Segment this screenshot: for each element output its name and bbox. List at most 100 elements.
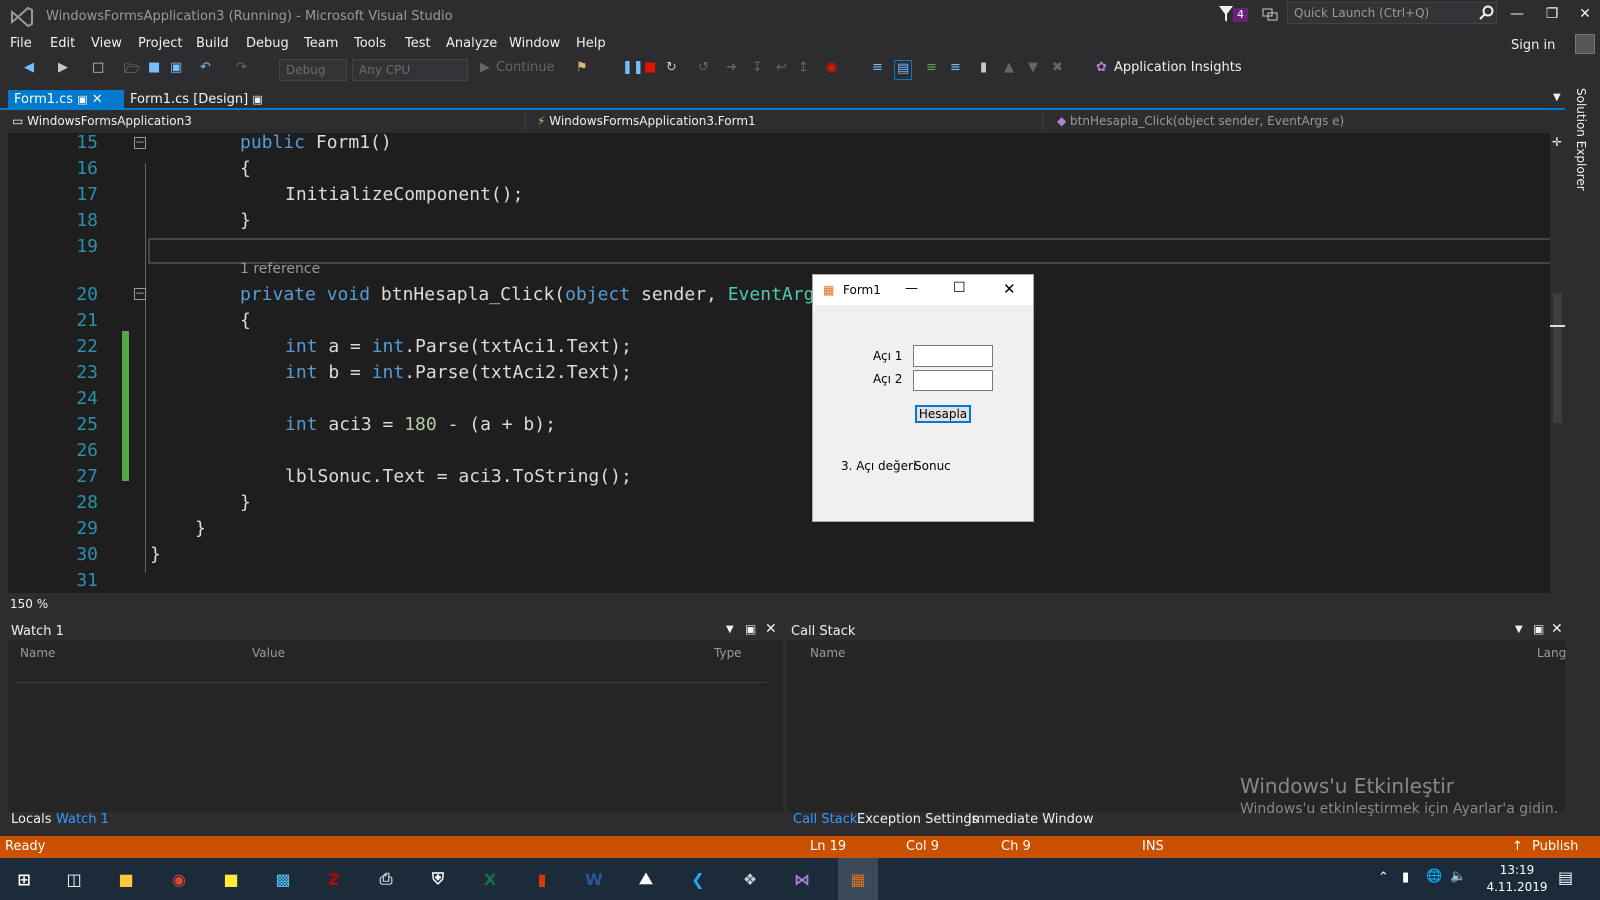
- new-project-icon[interactable]: □: [92, 60, 104, 80]
- quick-launch-input[interactable]: Quick Launch (Ctrl+Q): [1287, 2, 1497, 24]
- close-button[interactable]: ✕: [1575, 6, 1595, 24]
- form-maximize-button[interactable]: ☐: [953, 280, 966, 296]
- scrollbar-thumb[interactable]: [1553, 293, 1562, 423]
- uncomment-icon[interactable]: ≡: [950, 60, 961, 80]
- open-file-icon[interactable]: 🗁: [124, 60, 140, 80]
- code-lens-references[interactable]: 1 reference: [240, 261, 320, 277]
- dropdown-icon[interactable]: ▼: [726, 624, 734, 635]
- network-icon[interactable]: 🌐: [1426, 869, 1442, 884]
- menu-help[interactable]: Help: [576, 36, 606, 51]
- notification-filter-icon[interactable]: [1219, 6, 1233, 22]
- menu-build[interactable]: Build: [196, 36, 229, 51]
- menu-edit[interactable]: Edit: [50, 36, 75, 51]
- forward-icon[interactable]: ▶: [58, 60, 68, 80]
- menu-file[interactable]: File: [10, 36, 32, 51]
- calculate-button[interactable]: Hesapla: [915, 405, 971, 423]
- office-icon[interactable]: ▮: [526, 863, 558, 895]
- clock-time[interactable]: 13:19: [1482, 863, 1552, 877]
- close-icon[interactable]: ✕: [1551, 621, 1563, 637]
- step-out-icon[interactable]: ↩: [776, 60, 787, 80]
- menu-window[interactable]: Window: [509, 36, 560, 51]
- step-over-icon[interactable]: ↧: [752, 60, 763, 80]
- battery-icon[interactable]: ▮: [1402, 870, 1409, 885]
- tab-exception-settings[interactable]: Exception Settings: [857, 812, 978, 827]
- code-editor[interactable]: − − 15 16 17 18 19 20 21 22 23 24 25 26 …: [8, 133, 1565, 593]
- form-minimize-button[interactable]: —: [905, 281, 918, 296]
- collapse-toggle-icon[interactable]: −: [134, 287, 146, 300]
- restore-button[interactable]: ❐: [1542, 6, 1562, 24]
- menu-view[interactable]: View: [91, 36, 122, 51]
- clock-date[interactable]: 4.11.2019: [1482, 880, 1552, 894]
- angle2-input[interactable]: [913, 370, 993, 391]
- redo-icon[interactable]: ↷: [236, 60, 247, 80]
- back-icon[interactable]: ◀: [24, 60, 34, 80]
- visual-studio-taskbar-icon[interactable]: ⋈: [786, 863, 818, 895]
- tab-overflow-icon[interactable]: ▼: [1553, 92, 1561, 103]
- menu-debug[interactable]: Debug: [246, 36, 289, 51]
- tab-immediate-window[interactable]: Immediate Window: [968, 812, 1093, 827]
- vscode-icon[interactable]: ❮: [682, 863, 714, 895]
- menu-test[interactable]: Test: [405, 36, 431, 51]
- bookmark-icon[interactable]: ▮: [980, 60, 987, 80]
- menu-team[interactable]: Team: [304, 36, 338, 51]
- save-all-icon[interactable]: ▣: [170, 60, 182, 80]
- step-up-icon[interactable]: ↥: [798, 60, 809, 80]
- application-insights-button[interactable]: Application Insights: [1114, 60, 1242, 80]
- platform-select[interactable]: Any CPU: [352, 59, 468, 81]
- breakpoint-icon[interactable]: ◉: [826, 60, 837, 80]
- tab-form1-cs[interactable]: Form1.cs ▣ ✕: [8, 90, 124, 110]
- save-icon[interactable]: ■: [148, 60, 160, 80]
- solution-explorer-side-tab[interactable]: Solution Explorer: [1572, 88, 1600, 248]
- publish-button[interactable]: Publish: [1532, 839, 1578, 854]
- running-form1-window[interactable]: ▦ Form1 — ☐ ✕ Açı 1 Açı 2 Hesapla 3. Açı…: [812, 274, 1034, 522]
- comment-icon[interactable]: ≡: [926, 60, 937, 80]
- zoom-level-select[interactable]: 150 %: [10, 597, 48, 611]
- security-shield-icon[interactable]: ⛨: [422, 863, 454, 895]
- volume-icon[interactable]: 🔈: [1450, 869, 1466, 884]
- diagnostics-icon[interactable]: ▤: [894, 60, 913, 80]
- watch-grid[interactable]: Name Value Type: [8, 640, 783, 812]
- minimize-button[interactable]: —: [1507, 6, 1527, 24]
- tab-locals[interactable]: Locals: [11, 812, 51, 827]
- pause-icon[interactable]: ❚❚: [622, 60, 644, 80]
- menu-analyze[interactable]: Analyze: [446, 36, 497, 51]
- excel-icon[interactable]: X: [474, 863, 506, 895]
- lifecycle-events-icon[interactable]: ⚑: [576, 60, 588, 80]
- angle1-input[interactable]: [913, 345, 993, 367]
- step-into-icon[interactable]: ➜: [726, 60, 737, 80]
- class-dropdown[interactable]: ⚡ WindowsFormsApplication3.Form1: [533, 112, 1043, 132]
- next-bookmark-icon[interactable]: ▼: [1028, 60, 1038, 80]
- search-icon[interactable]: [1479, 5, 1495, 21]
- notification-count-badge[interactable]: 4: [1233, 8, 1248, 22]
- paint-icon[interactable]: ❖: [734, 863, 766, 895]
- word-icon[interactable]: W: [578, 863, 610, 895]
- menu-project[interactable]: Project: [138, 36, 182, 51]
- undo-icon[interactable]: ↶: [200, 60, 211, 80]
- feedback-icon[interactable]: [1262, 6, 1278, 22]
- form1-taskbar-icon[interactable]: ▦: [838, 858, 878, 900]
- chrome-icon[interactable]: ◉: [163, 863, 195, 895]
- file-explorer-icon[interactable]: ■: [110, 863, 142, 895]
- show-next-statement-icon[interactable]: ↺: [698, 60, 709, 80]
- editor-vertical-scrollbar[interactable]: ✛: [1550, 133, 1565, 593]
- sticky-notes-icon[interactable]: ■: [215, 863, 247, 895]
- sign-in-link[interactable]: Sign in: [1511, 38, 1555, 53]
- thread-icon[interactable]: ≡: [872, 60, 883, 80]
- tab-call-stack[interactable]: Call Stack: [793, 812, 857, 827]
- continue-button[interactable]: Continue: [496, 60, 554, 80]
- member-dropdown[interactable]: ◆ btnHesapla_Click(object sender, EventA…: [1053, 112, 1558, 132]
- menu-tools[interactable]: Tools: [354, 36, 386, 51]
- project-dropdown[interactable]: ▭ WindowsFormsApplication3: [8, 112, 526, 132]
- split-icon[interactable]: ✛: [1552, 135, 1562, 149]
- remote-desktop-icon[interactable]: ▩: [267, 863, 299, 895]
- form-close-button[interactable]: ✕: [1003, 280, 1016, 298]
- action-center-icon[interactable]: ▤: [1558, 868, 1573, 887]
- pin-icon[interactable]: ▣: [1533, 622, 1544, 636]
- restart-icon[interactable]: ↻: [666, 60, 677, 80]
- photos-icon[interactable]: ⛰: [630, 863, 662, 895]
- pin-icon[interactable]: ▣: [745, 622, 756, 636]
- close-icon[interactable]: ✕: [765, 621, 777, 637]
- configuration-select[interactable]: Debug: [279, 59, 347, 81]
- printer-icon[interactable]: ⎙: [370, 863, 402, 895]
- dropdown-icon[interactable]: ▼: [1515, 624, 1523, 635]
